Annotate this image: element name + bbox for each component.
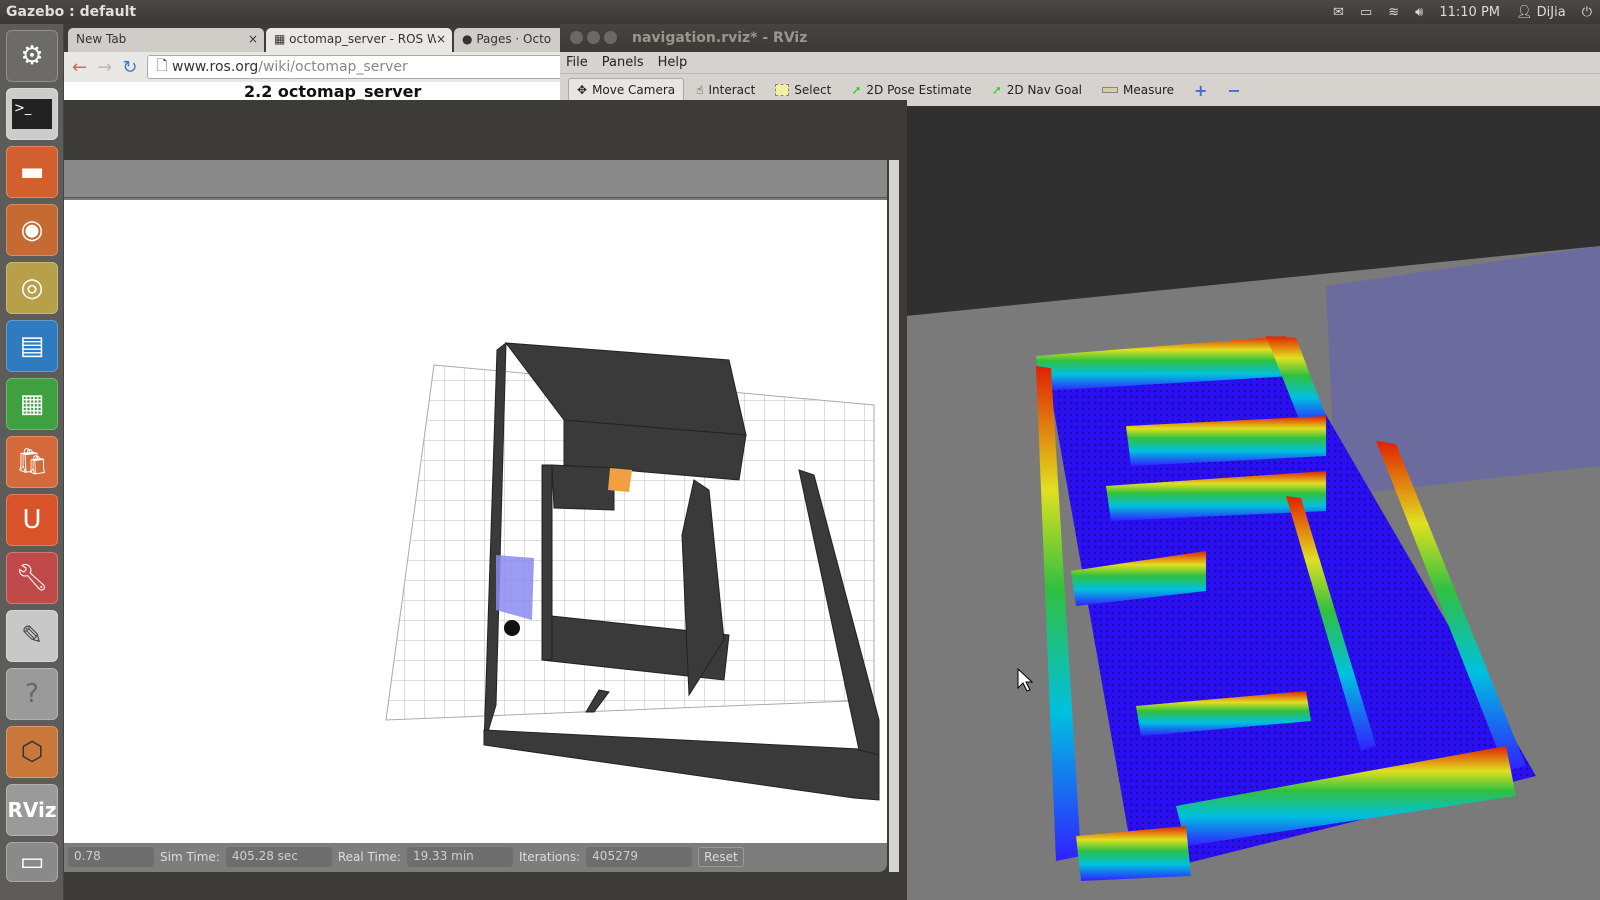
calc-icon[interactable]: ▦	[6, 378, 58, 430]
writer-icon[interactable]: ▤	[6, 320, 58, 372]
github-icon: ●	[462, 32, 473, 46]
tool-label: 2D Pose Estimate	[866, 83, 972, 97]
ubuntu-dash-icon[interactable]: ⚙	[6, 30, 58, 82]
url-path: /wiki/octomap_server	[258, 59, 408, 75]
rviz-title: navigation.rviz* - RViz	[632, 30, 808, 46]
battery-icon[interactable]: ▭	[1360, 5, 1372, 20]
close-tab-icon[interactable]: ×	[248, 32, 258, 46]
power-icon[interactable]: ⏻	[1582, 5, 1592, 20]
mail-icon[interactable]: ✉	[1333, 5, 1344, 20]
tool-label: Select	[794, 83, 832, 97]
move-camera-icon: ✥	[577, 83, 588, 97]
robot	[504, 620, 520, 636]
terminal-icon[interactable]: >_	[6, 88, 58, 140]
gazebo-3d-viewport[interactable]	[64, 200, 887, 843]
back-icon[interactable]: ←	[72, 57, 87, 78]
gazebo-status-bar: 0.78 Sim Time: 405.28 sec Real Time: 19.…	[64, 843, 887, 871]
2d-pose-estimate-button[interactable]: ➚ 2D Pose Estimate	[843, 79, 979, 101]
url-input[interactable]: 🗋︎ www.ros.org/wiki/octomap_server	[147, 55, 564, 79]
minimize-window-icon[interactable]	[587, 31, 600, 44]
wifi-icon[interactable]: ≋	[1388, 5, 1399, 20]
user-name: DiJia	[1536, 4, 1566, 20]
close-tab-icon[interactable]: ×	[435, 32, 446, 46]
iterations-value: 405279	[586, 847, 693, 867]
close-window-icon[interactable]	[570, 31, 583, 44]
system-tray: ✉ ▭ ≋ 🔊︎ 11:10 PM 👤︎ DiJia ⏻	[1333, 0, 1592, 24]
scrollbar[interactable]	[889, 160, 899, 872]
iterations-label: Iterations:	[518, 850, 581, 864]
clock[interactable]: 11:10 PM	[1439, 5, 1500, 20]
navigation-bar: ← → ↻ 🗋︎ www.ros.org/wiki/octomap_server	[64, 52, 564, 82]
interact-button[interactable]: ☝ Interact	[688, 79, 763, 101]
url-host: www.ros.org	[172, 59, 259, 75]
menu-file[interactable]: File	[566, 55, 588, 70]
launcher: ⚙ >_ ▬ ◉ ◎ ▤ ▦ 🛍︎ U 🔧︎ ✎ ? ⬡ RViz ▭	[0, 24, 64, 900]
select-button[interactable]: Select	[767, 79, 839, 101]
tab-pages[interactable]: ● Pages · Octo	[454, 28, 564, 52]
rviz-icon[interactable]: RViz	[6, 784, 58, 836]
ros-wiki-icon: ▦	[274, 32, 286, 46]
help-icon[interactable]: ?	[6, 668, 58, 720]
wall	[551, 464, 615, 511]
browser-window: New Tab × ▦ octomap_server - ROS Wi × ● Pa…	[64, 24, 564, 104]
top-panel: Gazebo : default ✉ ▭ ≋ 🔊︎ 11:10 PM 👤︎ Di…	[0, 0, 1600, 24]
volume-icon[interactable]: 🔊︎	[1415, 5, 1423, 20]
menu-panels[interactable]: Panels	[602, 55, 644, 70]
hand-icon: ☝	[696, 83, 704, 97]
gazebo-toolbar	[64, 160, 887, 198]
robot-sensor-region	[496, 555, 534, 620]
menu-help[interactable]: Help	[658, 55, 688, 70]
user-menu[interactable]: 👤︎ DiJia	[1516, 5, 1566, 20]
real-time-factor: 0.78	[68, 847, 154, 867]
remove-tool-icon[interactable]: −	[1219, 77, 1248, 104]
sim-time-label: Sim Time:	[160, 850, 220, 864]
wall	[541, 464, 553, 661]
ruler-icon	[1102, 87, 1119, 93]
rviz-titlebar: navigation.rviz* - RViz	[560, 24, 1600, 52]
settings-icon[interactable]: 🔧︎	[6, 552, 58, 604]
tab-label: Pages · Octo	[476, 32, 552, 46]
chair	[608, 468, 632, 492]
tab-new-tab[interactable]: New Tab ×	[68, 28, 264, 52]
reload-icon[interactable]: ↻	[122, 57, 137, 78]
measure-button[interactable]: Measure	[1094, 79, 1182, 101]
tool-label: Move Camera	[592, 83, 676, 97]
files-icon[interactable]: ▬	[6, 146, 58, 198]
tool-label: Interact	[708, 83, 756, 97]
green-arrow-icon: ➚	[991, 83, 1002, 97]
move-camera-button[interactable]: ✥ Move Camera	[568, 78, 685, 102]
ubuntu-one-icon[interactable]: U	[6, 494, 58, 546]
tab-label: New Tab	[76, 32, 127, 46]
user-icon: 👤︎	[1516, 4, 1533, 20]
page-icon: 🗋︎	[156, 58, 172, 74]
chrome-icon[interactable]: ◎	[6, 262, 58, 314]
real-time-value: 19.33 min	[406, 847, 513, 867]
text-editor-icon[interactable]: ✎	[6, 610, 58, 662]
add-tool-icon[interactable]: +	[1186, 77, 1215, 104]
tool-label: 2D Nav Goal	[1006, 83, 1083, 97]
gazebo-icon[interactable]: ⬡	[6, 726, 58, 778]
tab-label: octomap_server - ROS Wi	[289, 32, 442, 46]
wall	[483, 729, 880, 801]
sim-time-value: 405.28 sec	[225, 847, 332, 867]
gazebo-main-panel: 0.78 Sim Time: 405.28 sec Real Time: 19.…	[64, 160, 887, 872]
software-center-icon[interactable]: 🛍︎	[6, 436, 58, 488]
tab-octomap-server[interactable]: ▦ octomap_server - ROS Wi ×	[266, 28, 452, 52]
maximize-window-icon[interactable]	[604, 31, 617, 44]
rviz-3d-view[interactable]	[906, 106, 1600, 900]
forward-icon[interactable]: →	[97, 57, 112, 78]
point-cloud-far	[1326, 246, 1600, 496]
2d-nav-goal-button[interactable]: ➚ 2D Nav Goal	[984, 79, 1090, 101]
real-time-label: Real Time:	[337, 850, 401, 864]
rviz-icon-label: RViz	[7, 798, 57, 822]
gazebo-window: 0.78 Sim Time: 405.28 sec Real Time: 19.…	[64, 100, 907, 900]
firefox-icon[interactable]: ◉	[6, 204, 58, 256]
green-arrow-icon: ➚	[851, 83, 862, 97]
tool-label: Measure	[1123, 83, 1175, 97]
reset-button[interactable]: Reset	[698, 847, 744, 867]
window-title: Gazebo : default	[6, 4, 137, 20]
rviz-menubar: File Panels Help	[560, 52, 1600, 74]
workspace-switcher-icon[interactable]: ▭	[6, 842, 58, 882]
select-icon	[775, 84, 790, 96]
